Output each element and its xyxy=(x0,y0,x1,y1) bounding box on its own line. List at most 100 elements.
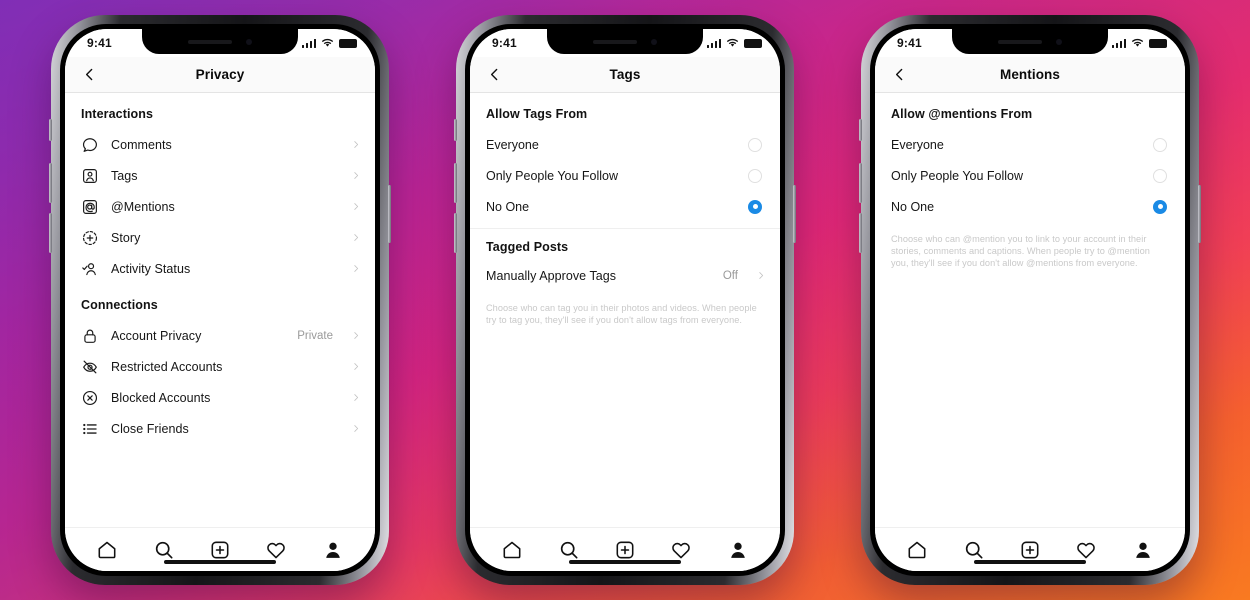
chevron-right-icon xyxy=(351,200,361,214)
list-item[interactable]: Comments xyxy=(65,129,375,160)
radio-selected[interactable] xyxy=(1153,199,1167,214)
list-item[interactable]: Tags xyxy=(65,160,375,191)
radio-unselected[interactable] xyxy=(1153,168,1167,183)
tab-bar xyxy=(470,527,780,571)
radio-option[interactable]: Only People You Follow xyxy=(875,160,1185,191)
list-item[interactable]: Close Friends xyxy=(65,413,375,444)
home-indicator[interactable] xyxy=(164,560,276,564)
radio-selected[interactable] xyxy=(748,199,762,214)
radio-option-label: Only People You Follow xyxy=(891,168,1024,183)
list-star-icon xyxy=(81,420,99,438)
list-item[interactable]: Story xyxy=(65,222,375,253)
radio-option-label: No One xyxy=(891,199,935,214)
search-tab[interactable] xyxy=(557,538,581,562)
radio-option-label: Everyone xyxy=(486,137,539,152)
nav-bar: Tags xyxy=(470,57,780,93)
create-tab[interactable] xyxy=(1018,538,1042,562)
home-tab[interactable] xyxy=(500,538,524,562)
front-camera xyxy=(246,38,252,45)
manually-approve-tags-row[interactable]: Manually Approve Tags Off xyxy=(470,260,780,291)
activity-tab[interactable] xyxy=(1074,538,1098,562)
group-heading: Allow Tags From xyxy=(486,107,588,121)
volume-button[interactable] xyxy=(454,213,457,253)
profile-tab[interactable] xyxy=(321,538,345,562)
list-item-value: Off xyxy=(722,269,738,282)
wifi-icon xyxy=(321,38,334,48)
profile-tab[interactable] xyxy=(1131,538,1155,562)
radio-unselected[interactable] xyxy=(748,168,762,183)
list-item-label: @Mentions xyxy=(111,199,175,214)
mute-switch[interactable] xyxy=(49,119,52,141)
list-item-value: Private xyxy=(297,329,333,342)
front-camera xyxy=(1056,38,1062,45)
phones-stage: 9:41 Privacy Interactions Comments Tags @Ment… xyxy=(0,0,1250,600)
create-tab[interactable] xyxy=(613,538,637,562)
list-item-label: Close Friends xyxy=(111,421,189,436)
nav-bar: Privacy xyxy=(65,57,375,93)
list-item[interactable]: Account Privacy Private xyxy=(65,320,375,351)
cellular-bars-icon xyxy=(1111,38,1126,48)
home-tab[interactable] xyxy=(95,538,119,562)
list-item-label: Restricted Accounts xyxy=(111,359,223,374)
mute-switch[interactable] xyxy=(859,119,862,141)
create-tab[interactable] xyxy=(208,538,232,562)
notch xyxy=(142,29,298,54)
status-time: 9:41 xyxy=(492,36,517,50)
chevron-right-icon xyxy=(351,391,361,405)
phone-bezel: 9:41 Privacy Interactions Comments Tags @Ment… xyxy=(60,24,380,576)
volume-button[interactable] xyxy=(49,213,52,253)
list-item-label: Tags xyxy=(111,168,138,183)
power-button[interactable] xyxy=(1198,185,1201,243)
radio-option[interactable]: Everyone xyxy=(470,129,780,160)
search-tab[interactable] xyxy=(152,538,176,562)
radio-unselected[interactable] xyxy=(1153,137,1167,152)
activity-tab[interactable] xyxy=(669,538,693,562)
volume-button[interactable] xyxy=(454,163,457,203)
notch xyxy=(952,29,1108,54)
status-indicators xyxy=(1111,38,1167,48)
mute-switch[interactable] xyxy=(454,119,457,141)
phone-mentions-screen: 9:41 Mentions Allow @mentions From Everyone… xyxy=(859,15,1201,585)
list-item[interactable]: Blocked Accounts xyxy=(65,382,375,413)
radio-unselected[interactable] xyxy=(748,137,762,152)
earpiece-speaker xyxy=(593,39,637,44)
home-tab[interactable] xyxy=(905,538,929,562)
volume-button[interactable] xyxy=(49,163,52,203)
radio-option-label: Only People You Follow xyxy=(486,168,619,183)
home-indicator[interactable] xyxy=(974,560,1086,564)
chevron-right-icon xyxy=(351,422,361,436)
chevron-right-icon xyxy=(351,138,361,152)
status-indicators xyxy=(301,38,357,48)
list-item[interactable]: Restricted Accounts xyxy=(65,351,375,382)
radio-option[interactable]: Everyone xyxy=(875,129,1185,160)
search-tab[interactable] xyxy=(962,538,986,562)
radio-option[interactable]: No One xyxy=(875,191,1185,222)
status-indicators xyxy=(706,38,762,48)
list-item[interactable]: Activity Status xyxy=(65,253,375,284)
tags-settings: Allow Tags From Everyone Only People You F… xyxy=(470,93,780,527)
phone-screen: 9:41 Tags Allow Tags From Everyone Only Peop… xyxy=(470,29,780,571)
volume-button[interactable] xyxy=(859,213,862,253)
radio-option-label: No One xyxy=(486,199,530,214)
radio-option[interactable]: Only People You Follow xyxy=(470,160,780,191)
earpiece-speaker xyxy=(188,39,232,44)
power-button[interactable] xyxy=(388,185,391,243)
power-button[interactable] xyxy=(793,185,796,243)
chevron-right-icon xyxy=(351,329,361,343)
radio-option[interactable]: No One xyxy=(470,191,780,222)
page-title: Tags xyxy=(609,67,641,82)
list-item-label: Blocked Accounts xyxy=(111,390,211,405)
wifi-icon xyxy=(726,38,739,48)
chevron-right-icon xyxy=(351,169,361,183)
home-indicator[interactable] xyxy=(569,560,681,564)
list-item[interactable]: @Mentions xyxy=(65,191,375,222)
activity-tab[interactable] xyxy=(264,538,288,562)
list-item-label: Account Privacy xyxy=(111,328,202,343)
front-camera xyxy=(651,38,657,45)
profile-tab[interactable] xyxy=(726,538,750,562)
eye-slash-icon xyxy=(81,358,99,376)
status-time: 9:41 xyxy=(897,36,922,50)
helper-text: Choose who can tag you in their photos a… xyxy=(486,303,757,325)
volume-button[interactable] xyxy=(859,163,862,203)
story-plus-icon xyxy=(81,229,99,247)
